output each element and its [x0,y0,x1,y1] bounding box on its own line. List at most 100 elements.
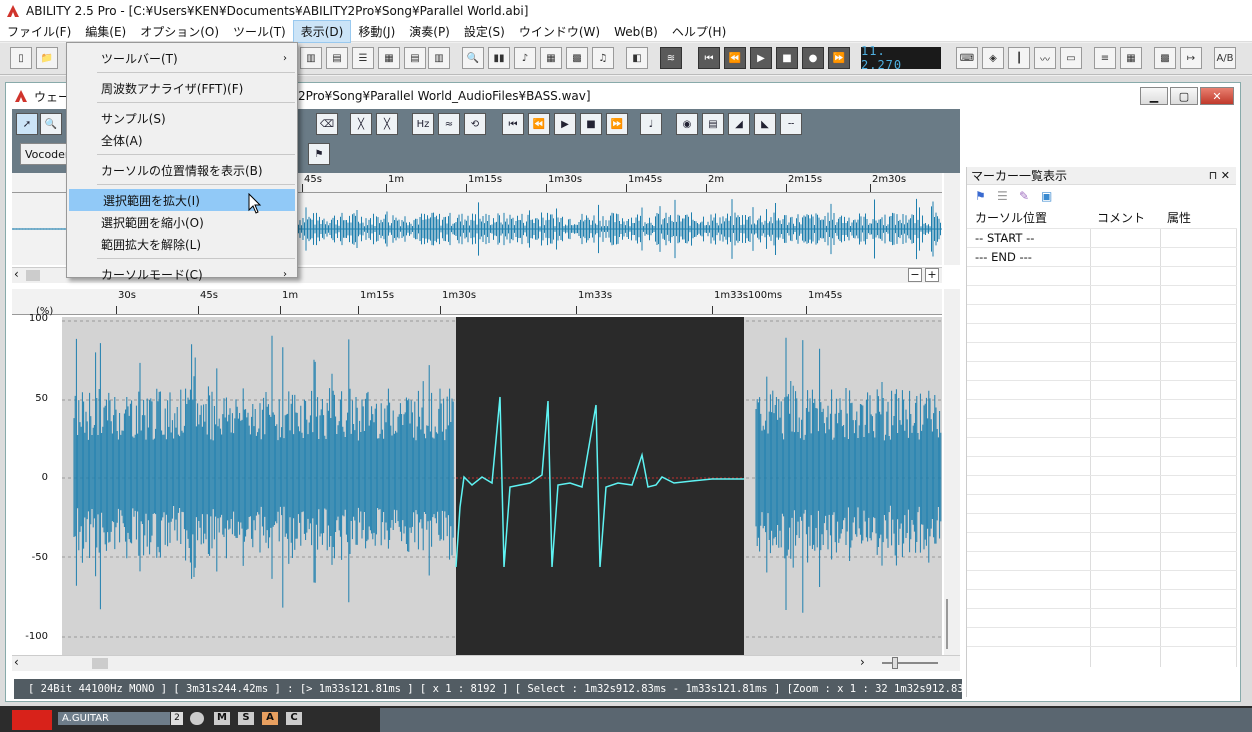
line-icon[interactable]: ╌ [780,113,802,135]
overview-ruler-tick [706,184,707,192]
region-icon[interactable]: ▤ [702,113,724,135]
normalize-icon[interactable]: ≈ [438,113,460,135]
pointer-tool-icon[interactable]: ➚ [16,113,38,135]
rewind-start-icon[interactable]: ⏮ [698,47,720,69]
automation-button[interactable]: A [262,712,278,725]
maximize-button[interactable]: ▢ [1170,87,1198,105]
fade-out-icon[interactable]: ╳ [376,113,398,135]
list-icon[interactable]: ☰ [997,189,1011,203]
rewind-icon[interactable]: ⏪ [724,47,746,69]
fast-forward-icon[interactable]: ⏩ [828,47,850,69]
flag-icon[interactable]: ⚑ [308,143,330,165]
mixer-icon[interactable]: ▦ [540,47,562,69]
picture-icon[interactable]: ▣ [1041,189,1055,203]
menu-file[interactable]: ファイル(F) [0,21,78,42]
guitar-icon[interactable]: ♪ [514,47,536,69]
scrub-icon[interactable]: ◉ [676,113,698,135]
record-icon[interactable]: ● [802,47,824,69]
main-scrollbar[interactable]: ‹ › [12,655,960,671]
tool-icon-c[interactable]: ☰ [352,47,374,69]
clip-button[interactable]: C [286,712,302,725]
menu-help[interactable]: ヘルプ(H) [665,21,733,42]
text-ab-icon[interactable]: A/B [1214,47,1236,69]
record-arm-icon[interactable] [190,712,204,725]
menu-item-sample[interactable]: サンプル(S) [67,107,297,129]
new-file-icon[interactable]: ▯ [10,47,32,69]
sample-rate-icon[interactable]: Hz [412,113,434,135]
audio-fx-icon[interactable]: ◈ [982,47,1004,69]
menu-web[interactable]: Web(B) [607,23,665,41]
keyboard-icon[interactable]: ⌨ [956,47,978,69]
matrix-icon[interactable]: ▩ [1154,47,1176,69]
grid-icon[interactable]: ▦ [1120,47,1142,69]
wave-fast-forward-icon[interactable]: ⏩ [606,113,628,135]
main-vscroll[interactable] [944,289,960,655]
menu-settings[interactable]: 設定(S) [457,21,512,42]
marker-empty-row [967,571,1237,590]
loop-icon[interactable]: ⟲ [464,113,486,135]
wave-play-icon[interactable]: ▶ [554,113,576,135]
tool-icon-a[interactable]: ▥ [300,47,322,69]
main-ruler-label: 1m33s100ms [714,290,783,301]
menu-item-toolbar[interactable]: ツールバー(T) › [67,47,297,69]
overview-ruler-label: 2m [708,174,725,185]
menu-window[interactable]: ウインドウ(W) [512,21,607,42]
menu-view[interactable]: 表示(D) [292,20,352,43]
track-strip: A.GUITAR 2 M S A C [0,706,1252,732]
menu-options[interactable]: オプション(O) [133,21,226,42]
eraser-tool-icon[interactable]: ⌫ [316,113,338,135]
zoom-tool-icon[interactable]: 🔍 [40,113,62,135]
wave-icon[interactable]: 〰 [1034,47,1056,69]
pin-close-icon[interactable]: ⊓ ✕ [1209,169,1230,182]
menu-tools[interactable]: ツール(T) [226,21,293,42]
marker-empty-row [967,438,1237,457]
input-icon[interactable]: ↦ [1180,47,1202,69]
slope-icon[interactable]: ◣ [754,113,776,135]
menu-move[interactable]: 移動(J) [351,21,402,42]
menu-item-zoom-out-selection[interactable]: 選択範囲を縮小(O) [67,211,297,233]
fade-in-icon[interactable]: ╳ [350,113,372,135]
pencil-icon[interactable]: ✎ [1019,189,1033,203]
wave-rewind-start-icon[interactable]: ⏮ [502,113,524,135]
score-icon[interactable]: ♫ [592,47,614,69]
edit-cursor-icon[interactable]: ▭ [1060,47,1082,69]
tool-icon-f[interactable]: ▥ [428,47,450,69]
tool-icon-e[interactable]: ▤ [404,47,426,69]
marker-row-start[interactable]: -- START -- [967,229,1237,248]
main-ruler-tick [712,306,713,314]
overview-vscroll[interactable] [944,173,960,265]
print-preview-icon[interactable]: 🔍 [462,47,484,69]
menu-edit[interactable]: 編集(E) [78,21,133,42]
quantize-icon[interactable]: ≡ [1094,47,1116,69]
flag-icon[interactable]: ⚑ [975,189,989,203]
wave-mute-icon[interactable]: ≋ [660,47,682,69]
metronome-icon[interactable]: ♩ [640,113,662,135]
track-lane[interactable] [380,708,1252,732]
drum-icon[interactable]: ▩ [566,47,588,69]
overview-ruler-label: 1m30s [548,174,583,185]
tool-icon-b[interactable]: ▤ [326,47,348,69]
wave-rewind-icon[interactable]: ⏪ [528,113,550,135]
solo-button[interactable]: S [238,712,254,725]
open-folder-icon[interactable]: 📁 [36,47,58,69]
tool-icon-d[interactable]: ▦ [378,47,400,69]
menu-item-all[interactable]: 全体(A) [67,129,297,151]
stop-marker-icon[interactable]: ◧ [626,47,648,69]
minimize-button[interactable]: ▁ [1140,87,1168,105]
mute-button[interactable]: M [214,712,230,725]
play-icon[interactable]: ▶ [750,47,772,69]
piano-icon[interactable]: ▮▮ [488,47,510,69]
marker-icon[interactable]: ┃ [1008,47,1030,69]
track-name[interactable]: A.GUITAR [58,712,170,725]
marker-row-end[interactable]: --- END --- [967,248,1237,267]
menu-item-unzoom[interactable]: 範囲拡大を解除(L) [67,233,297,255]
stop-icon[interactable]: ■ [776,47,798,69]
wave-stop-icon[interactable]: ■ [580,113,602,135]
menu-play[interactable]: 演奏(P) [402,21,457,42]
menu-item-cursor-mode[interactable]: カーソルモード(C) › [67,263,297,285]
menu-item-fft[interactable]: 周波数アナライザ(FFT)(F) [67,77,297,99]
ramp-icon[interactable]: ◢ [728,113,750,135]
close-button[interactable]: ✕ [1200,87,1234,105]
transport-time-display: 11. 2.270 [861,44,941,72]
menu-item-cursor-info[interactable]: カーソルの位置情報を表示(B) [67,159,297,181]
